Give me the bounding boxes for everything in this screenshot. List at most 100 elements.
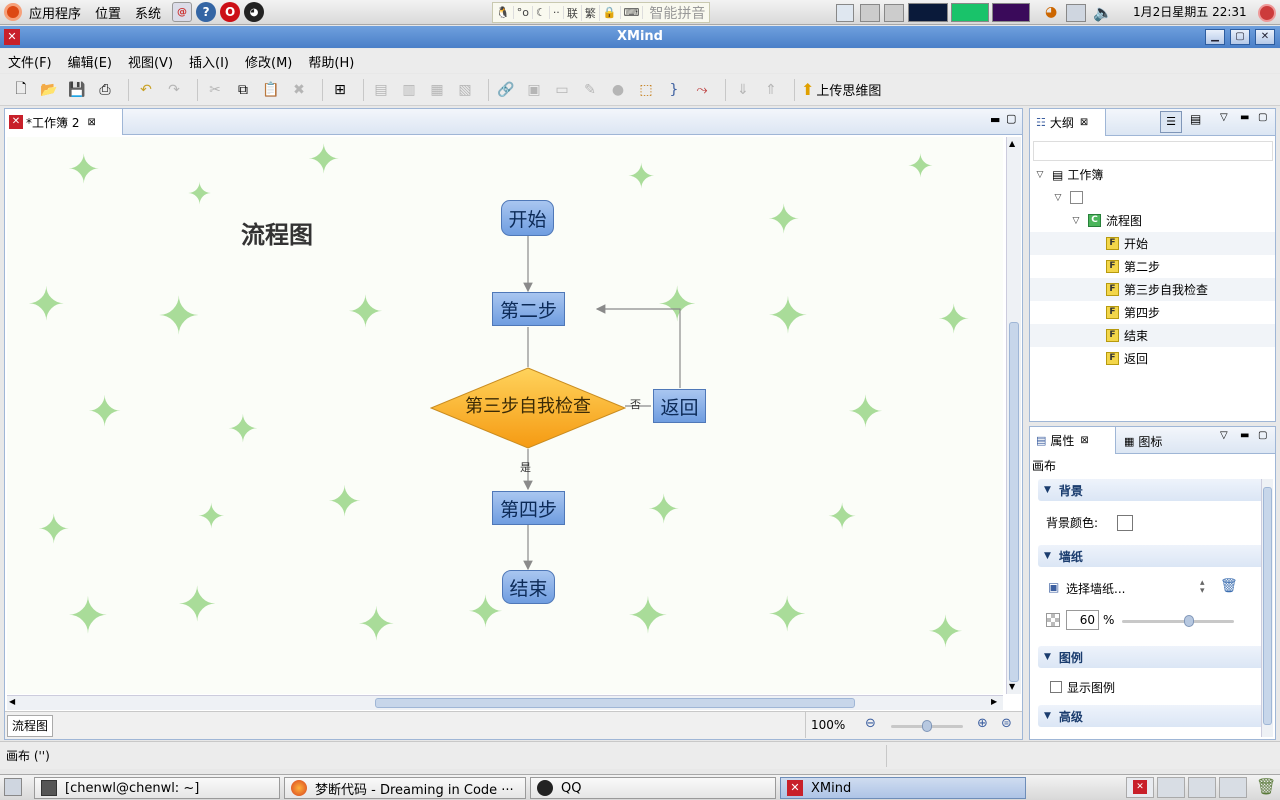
- close-tab-icon[interactable]: ⊠: [87, 117, 95, 128]
- panel-menu-system[interactable]: 系统: [128, 0, 168, 25]
- workspace-4[interactable]: [1219, 777, 1247, 798]
- scroll-up-icon[interactable]: ▲: [1009, 139, 1015, 148]
- image-icon[interactable]: ▣: [523, 79, 545, 101]
- choose-wallpaper-button[interactable]: 选择墙纸...: [1066, 580, 1125, 597]
- menu-insert[interactable]: 插入(I): [181, 52, 237, 71]
- show-desktop-icon[interactable]: [4, 778, 22, 796]
- opacity-slider[interactable]: [1122, 620, 1234, 623]
- mail-launcher-icon[interactable]: @: [172, 2, 193, 22]
- maximize-view-icon[interactable]: ▢: [1258, 112, 1267, 123]
- insert-topic-icon[interactable]: ⊞: [329, 79, 351, 101]
- dots-icon[interactable]: ··: [550, 6, 564, 19]
- volume-icon[interactable]: 🔈: [1093, 3, 1113, 22]
- window-list-icon[interactable]: [884, 4, 904, 22]
- label-icon[interactable]: ▭: [551, 79, 573, 101]
- minimize-view-icon[interactable]: ▬: [1240, 112, 1249, 123]
- drill-down-icon[interactable]: ⇓: [732, 79, 754, 101]
- trash-icon[interactable]: 🗑: [1220, 578, 1238, 594]
- ime-toolbar[interactable]: 🐧 °o ☾ ·· 联 繁 🔒 ⌨ 智能拼音: [492, 2, 710, 23]
- close-tab-icon[interactable]: ⊠: [1080, 117, 1088, 128]
- tree-row-topic[interactable]: F 第三步自我检查: [1030, 278, 1275, 301]
- floating-topic-icon[interactable]: ▧: [454, 79, 476, 101]
- workspace-1[interactable]: ✕: [1126, 777, 1154, 798]
- taskbar-qq[interactable]: QQ: [530, 777, 776, 799]
- boundary-icon[interactable]: ⬚: [635, 79, 657, 101]
- menu-help[interactable]: 帮助(H): [300, 52, 362, 71]
- menu-file[interactable]: 文件(F): [0, 52, 60, 71]
- tree-row-topic[interactable]: F 开始: [1030, 232, 1275, 255]
- workspace-2[interactable]: [1157, 777, 1185, 798]
- summary-icon[interactable]: }: [663, 79, 685, 101]
- clock[interactable]: 1月2日星期五 22:31: [1133, 0, 1247, 25]
- window-list-icon[interactable]: [860, 4, 880, 22]
- tree-row-sheet[interactable]: ▽: [1030, 186, 1275, 209]
- zoom-level[interactable]: 100%: [811, 718, 845, 732]
- section-advanced[interactable]: ▼ 高级: [1038, 705, 1272, 727]
- save-icon[interactable]: 💾: [66, 79, 88, 101]
- computer-tray-icon[interactable]: [1066, 4, 1086, 22]
- shutdown-icon[interactable]: [1258, 4, 1276, 22]
- chevron-down-icon[interactable]: ▽: [1034, 170, 1046, 180]
- scroll-left-icon[interactable]: ◀: [9, 697, 15, 706]
- tree-row-workbook[interactable]: ▽ ▤ 工作簿: [1030, 163, 1275, 186]
- menu-modify[interactable]: 修改(M): [237, 52, 300, 71]
- panel-menu-places[interactable]: 位置: [88, 0, 128, 25]
- section-wallpaper[interactable]: ▼ 墙纸: [1038, 545, 1272, 567]
- cut-icon[interactable]: ✂: [204, 79, 226, 101]
- view-menu-icon[interactable]: ▽: [1220, 430, 1228, 441]
- zoom-in-icon[interactable]: ⊕: [977, 716, 988, 731]
- horizontal-scroll-thumb[interactable]: [375, 698, 855, 708]
- tab-icons[interactable]: ▦ 图标: [1124, 433, 1162, 450]
- taskbar-terminal[interactable]: [chenwl@chenwl: ~]: [34, 777, 280, 799]
- minimize-view-icon[interactable]: ▬: [990, 113, 1000, 126]
- outline-filter[interactable]: [1033, 141, 1273, 161]
- ubuntu-logo-icon[interactable]: [4, 3, 22, 21]
- horizontal-scrollbar[interactable]: ◀ ▶: [7, 695, 1003, 710]
- view-menu-icon[interactable]: ▽: [1220, 112, 1228, 123]
- tab-properties[interactable]: ▤ 属性 ⊠: [1030, 427, 1116, 454]
- drill-up-icon[interactable]: ⇑: [760, 79, 782, 101]
- node-step2[interactable]: 第二步: [492, 292, 565, 326]
- taskbar-firefox[interactable]: 梦断代码 - Dreaming in Code ···: [284, 777, 526, 799]
- ime-fanti[interactable]: 繁: [582, 4, 600, 21]
- node-step3-label[interactable]: 第三步自我检查: [430, 392, 626, 418]
- doc-view-icon[interactable]: ▤: [1190, 112, 1201, 126]
- note-icon[interactable]: ✎: [579, 79, 601, 101]
- xmind-logo-icon[interactable]: ✕: [4, 29, 20, 45]
- redo-icon[interactable]: ↷: [163, 79, 185, 101]
- scroll-down-icon[interactable]: ▼: [1009, 682, 1015, 691]
- ime-lianxiang[interactable]: 联: [564, 4, 582, 21]
- menu-edit[interactable]: 编辑(E): [60, 52, 120, 71]
- sheet-tab[interactable]: 流程图: [7, 715, 54, 737]
- opacity-input[interactable]: 60: [1066, 610, 1099, 630]
- mind-map-canvas[interactable]: ✦ ✦ ✦ ✦ ✦ ✦ ✦ ✦ ✦ ✦ ✦ ✦ ✦ ✦ ✦ ✦ ✦ ✦ ✦ ✦ …: [7, 137, 1003, 694]
- chevron-down-icon[interactable]: ▽: [1052, 193, 1064, 203]
- open-icon[interactable]: 📂: [38, 79, 60, 101]
- close-button[interactable]: ✕: [1255, 29, 1275, 45]
- zoom-fit-icon[interactable]: ⊜: [1001, 716, 1012, 731]
- bg-color-swatch[interactable]: [1117, 515, 1133, 531]
- chevron-down-icon[interactable]: ▽: [1070, 216, 1082, 226]
- help-icon[interactable]: ?: [196, 2, 217, 22]
- minimize-view-icon[interactable]: ▬: [1240, 430, 1249, 441]
- scroll-right-icon[interactable]: ▶: [991, 697, 997, 706]
- trash-icon[interactable]: 🗑: [1256, 777, 1276, 796]
- maximize-button[interactable]: ▢: [1230, 29, 1250, 45]
- qq-tray-icon[interactable]: ◕: [1045, 4, 1061, 22]
- vertical-scroll-thumb[interactable]: [1009, 322, 1019, 682]
- zoom-slider-thumb[interactable]: [922, 720, 932, 732]
- vertical-scrollbar[interactable]: ▲ ▼: [1006, 137, 1021, 694]
- properties-scroll-thumb[interactable]: [1263, 487, 1272, 725]
- workspace-3[interactable]: [1188, 777, 1216, 798]
- tree-row-topic[interactable]: F 第四步: [1030, 301, 1275, 324]
- parent-topic-icon[interactable]: ▦: [426, 79, 448, 101]
- node-end[interactable]: 结束: [502, 570, 555, 604]
- marker-icon[interactable]: ●: [607, 79, 629, 101]
- opacity-slider-thumb[interactable]: [1184, 615, 1195, 627]
- punctuation-icon[interactable]: °o: [514, 6, 533, 19]
- upload-map-button[interactable]: ⬆ 上传思维图: [801, 80, 881, 99]
- new-workbook-icon[interactable]: 🗋: [10, 79, 32, 101]
- properties-scrollbar[interactable]: [1261, 479, 1273, 737]
- penguin-icon[interactable]: 🐧: [493, 6, 514, 19]
- menu-view[interactable]: 视图(V): [120, 52, 181, 71]
